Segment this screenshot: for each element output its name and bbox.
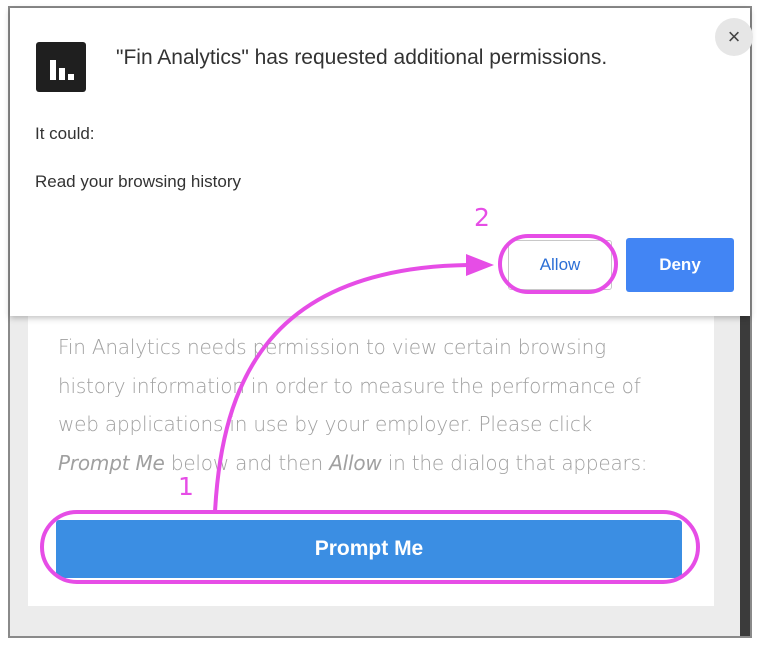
page-text-fragment: Prompt Me (58, 450, 165, 475)
close-icon: × (727, 24, 741, 49)
popup-title: "Fin Analytics" has requested additional… (116, 46, 608, 69)
scrollbar[interactable] (740, 316, 750, 636)
page-text-fragment: in the dialog that appears: (381, 450, 648, 475)
page-text-line: web applications in use by your employer… (58, 405, 698, 444)
page-text-line: Prompt Me below and then Allow in the di… (58, 444, 698, 483)
page-text-fragment: web applications in use by your employer… (58, 412, 593, 436)
page-text-line: Fin Analytics needs permission to view c… (58, 328, 698, 367)
bar-chart-icon (36, 42, 86, 92)
page-text-fragment: Allow (329, 450, 382, 475)
page-content: Fin Analytics needs permission to view c… (28, 316, 714, 606)
deny-button[interactable]: Deny (626, 238, 734, 292)
page-text-fragment: below and then (164, 450, 330, 475)
page-text-line: history information in order to measure … (58, 367, 698, 406)
close-button[interactable]: × (715, 18, 753, 56)
page-text-fragment: Fin Analytics needs permission to view c… (58, 335, 606, 359)
prompt-me-button[interactable]: Prompt Me (56, 520, 682, 578)
permission-intro: It could: (35, 124, 95, 143)
permission-popup: "Fin Analytics" has requested additional… (10, 8, 753, 316)
page-description: Fin Analytics needs permission to view c… (58, 328, 698, 482)
page-text-fragment: history information in order to measure … (58, 373, 641, 398)
allow-button[interactable]: Allow (508, 240, 612, 290)
permission-item: Read your browsing history (35, 172, 241, 191)
